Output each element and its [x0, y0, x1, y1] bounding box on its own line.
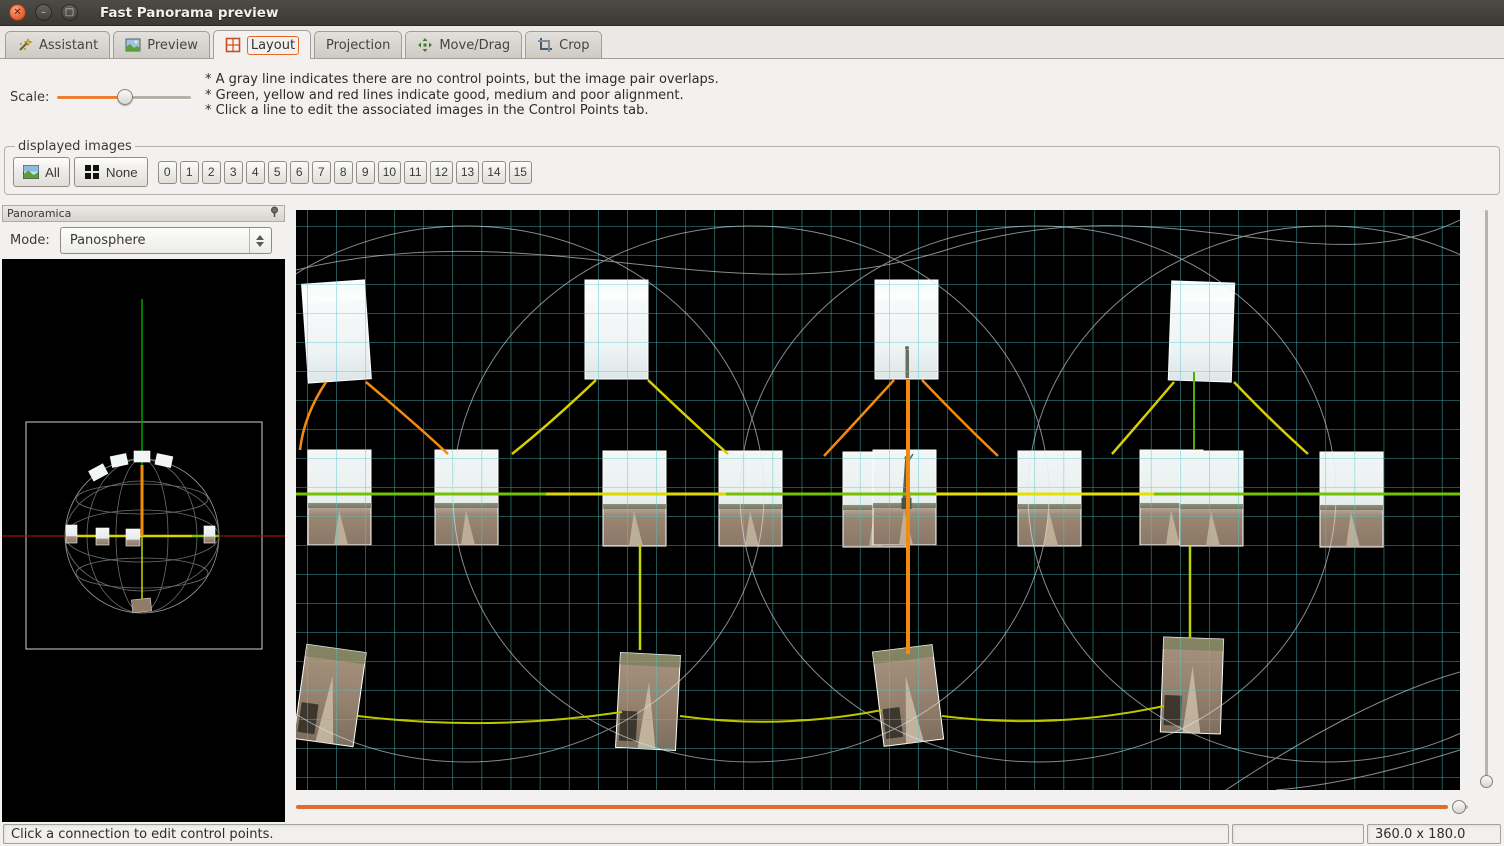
maximize-button[interactable]: □	[61, 4, 78, 21]
status-message: Click a connection to edit control point…	[3, 824, 1229, 844]
mode-label: Mode:	[10, 233, 50, 248]
image-toggle-9[interactable]: 9	[356, 161, 375, 184]
layout-icon	[225, 37, 241, 53]
mode-row: Mode: Panosphere	[2, 222, 285, 259]
help-line: * A gray line indicates there are no con…	[205, 72, 719, 88]
tab-label: Projection	[326, 38, 390, 53]
status-cell-empty	[1232, 824, 1364, 844]
image-toggle-3[interactable]: 3	[224, 161, 243, 184]
image-toggle-15[interactable]: 15	[509, 161, 532, 184]
mode-select[interactable]: Panosphere	[60, 227, 272, 254]
tab-projection[interactable]: Projection	[314, 31, 402, 58]
tab-label: Move/Drag	[439, 38, 510, 53]
tab-label: Crop	[559, 38, 589, 53]
image-toggle-6[interactable]: 6	[290, 161, 309, 184]
image-toggle-5[interactable]: 5	[268, 161, 287, 184]
window-title: Fast Panorama preview	[100, 5, 278, 21]
pin-icon[interactable]	[269, 206, 280, 221]
layout-canvas[interactable]	[296, 210, 1460, 790]
image-toggle-8[interactable]: 8	[334, 161, 353, 184]
image-toggle-list: 0 1 2 3 4 5 6 7 8 9 10 11 12 13 14 15	[158, 161, 532, 184]
image-toggle-11[interactable]: 11	[404, 161, 426, 184]
tab-assistant[interactable]: Assistant	[5, 31, 110, 58]
none-button-label: None	[106, 165, 138, 180]
status-bar: Click a connection to edit control point…	[0, 822, 1504, 846]
panosphere-preview[interactable]	[2, 259, 285, 822]
combo-arrows-icon	[249, 228, 271, 253]
horizontal-scrollbar[interactable]	[296, 799, 1474, 814]
scale-label: Scale:	[10, 90, 49, 105]
preview-icon	[125, 37, 141, 53]
image-toggle-7[interactable]: 7	[312, 161, 331, 184]
displayed-images-group: displayed images All None 0 1 2 3 4 5 6 …	[4, 139, 1500, 195]
tab-move-drag[interactable]: Move/Drag	[405, 31, 522, 58]
scale-slider[interactable]	[55, 88, 193, 106]
horizontal-scrollbar-track[interactable]	[296, 805, 1448, 809]
mode-value: Panosphere	[61, 233, 249, 248]
all-images-icon	[23, 164, 39, 180]
all-button-label: All	[45, 165, 60, 180]
minimize-button[interactable]: –	[35, 4, 52, 21]
horizontal-scrollbar-handle[interactable]	[1452, 800, 1466, 814]
image-toggle-4[interactable]: 4	[246, 161, 265, 184]
vertical-scrollbar-track[interactable]	[1485, 210, 1488, 782]
status-field-of-view: 360.0 x 180.0	[1367, 824, 1501, 844]
tab-label: Preview	[147, 38, 198, 53]
crop-icon	[537, 37, 553, 53]
image-toggle-14[interactable]: 14	[482, 161, 505, 184]
titlebar: ✕ – □ Fast Panorama preview	[0, 0, 1504, 26]
tab-layout[interactable]: Layout	[213, 30, 311, 59]
image-toggle-13[interactable]: 13	[456, 161, 479, 184]
tab-bar: Assistant Preview Layout Projection Move…	[0, 26, 1504, 59]
vertical-scrollbar[interactable]	[1479, 210, 1493, 790]
image-toggle-2[interactable]: 2	[202, 161, 221, 184]
help-line: * Green, yellow and red lines indicate g…	[205, 88, 719, 104]
tab-crop[interactable]: Crop	[525, 31, 601, 58]
panoramica-panel-header: Panoramica	[2, 205, 285, 222]
canvas-grid	[296, 210, 1460, 790]
scale-help-text: * A gray line indicates there are no con…	[205, 72, 719, 119]
vertical-scrollbar-handle[interactable]	[1480, 775, 1493, 788]
image-toggle-0[interactable]: 0	[158, 161, 177, 184]
assistant-icon	[17, 37, 33, 53]
scale-slider-handle[interactable]	[117, 89, 133, 105]
tab-preview[interactable]: Preview	[113, 31, 210, 58]
image-toggle-12[interactable]: 12	[430, 161, 453, 184]
panel-title: Panoramica	[7, 207, 71, 220]
none-images-icon	[84, 164, 100, 180]
tab-label: Assistant	[39, 38, 98, 53]
all-button[interactable]: All	[13, 157, 70, 187]
image-toggle-1[interactable]: 1	[180, 161, 199, 184]
displayed-images-label: displayed images	[15, 139, 135, 154]
move-drag-icon	[417, 37, 433, 53]
close-button[interactable]: ✕	[9, 4, 26, 21]
tab-label: Layout	[247, 36, 299, 55]
help-line: * Click a line to edit the associated im…	[205, 103, 719, 119]
none-button[interactable]: None	[74, 157, 148, 187]
image-toggle-10[interactable]: 10	[378, 161, 401, 184]
